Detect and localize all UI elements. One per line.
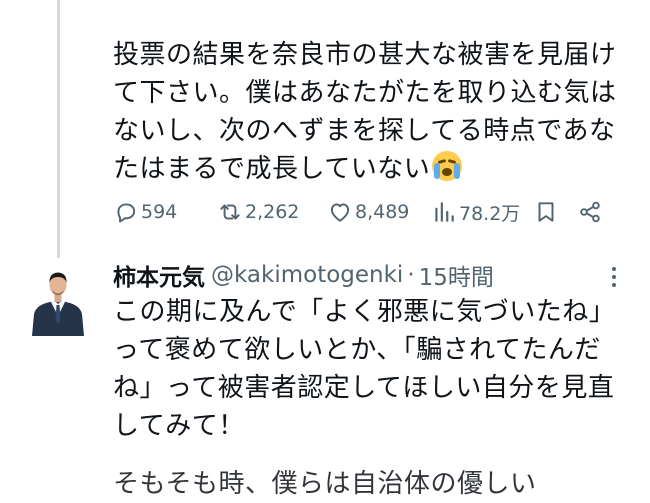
thread-line <box>57 0 60 258</box>
author-handle[interactable]: @kakimotogenki <box>211 262 403 288</box>
reply-icon <box>117 203 136 223</box>
post-text: 投票の結果を奈良市の甚大な被害を見届けて下さい。僕はあなたがたを取り込む気はない… <box>113 40 617 184</box>
like-count: 8,489 <box>355 201 410 223</box>
profile-photo <box>30 262 86 336</box>
like-button[interactable]: 8,489 <box>327 199 431 225</box>
avatar[interactable] <box>30 262 86 336</box>
share-button[interactable] <box>577 199 603 225</box>
reply-button[interactable]: 594 <box>113 199 217 225</box>
author-name[interactable]: 柿本元気 <box>113 258 205 292</box>
reply-author-row: 柿本元気 @kakimotogenki · 15時間 <box>113 258 494 292</box>
share-icon <box>580 201 600 223</box>
repost-button[interactable]: 2,262 <box>217 199 327 225</box>
more-icon <box>612 267 616 271</box>
separator-dot: · <box>407 262 415 288</box>
bookmark-icon <box>538 202 554 222</box>
crying-face-emoji-icon <box>432 151 463 181</box>
reply-text-continued: そもそも時、僕らは自治体の優しい <box>113 469 537 499</box>
post-action-bar: 594 2,262 8,489 78.2万 <box>113 196 633 228</box>
reply-text: この期に及んで「よく邪悪に気づいたね」って褒めて欲しいとか、「騙されてたんだね」… <box>113 297 616 441</box>
like-icon <box>330 203 350 222</box>
reply-count: 594 <box>141 201 178 223</box>
repost-count: 2,262 <box>245 201 300 223</box>
post-time[interactable]: 15時間 <box>419 258 494 292</box>
more-options-button[interactable] <box>603 262 625 292</box>
views-count: 78.2万 <box>459 202 521 225</box>
bookmark-button[interactable] <box>533 199 577 225</box>
repost-icon <box>220 204 240 220</box>
views-button[interactable]: 78.2万 <box>431 199 533 226</box>
views-icon <box>435 202 454 222</box>
